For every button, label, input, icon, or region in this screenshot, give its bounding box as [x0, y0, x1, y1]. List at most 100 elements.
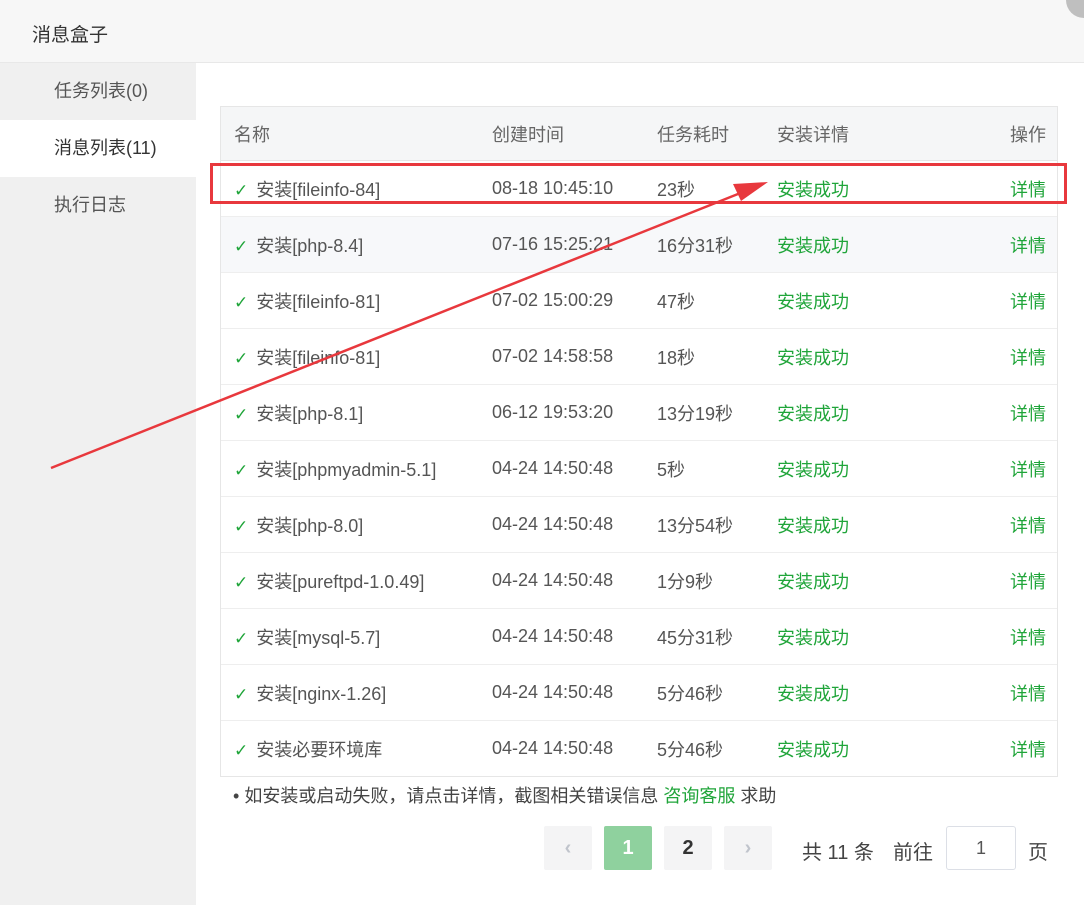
task-name: 安装[php-8.0]: [256, 515, 364, 536]
details-link[interactable]: 详情: [1010, 736, 1046, 762]
install-status: 安装成功: [777, 739, 849, 760]
check-icon: ✓: [234, 404, 249, 424]
task-name: 安装[phpmyadmin-5.1]: [256, 459, 437, 480]
task-duration: 5秒: [657, 459, 686, 480]
total-count: 共 11 条: [802, 842, 874, 864]
created-time: 07-02 15:00:29: [492, 290, 614, 310]
created-time: 04-24 14:50:48: [492, 626, 614, 646]
details-link[interactable]: 详情: [1010, 176, 1046, 202]
goto-page-input[interactable]: [946, 826, 1016, 870]
sidebar-item-label: 执行日志: [54, 195, 126, 215]
help-note: • 如安装或启动失败，请点击详情，截图相关错误信息 咨询客服 求助: [233, 782, 776, 808]
goto-label: 前往: [893, 842, 933, 864]
task-name: 安装[fileinfo-84]: [256, 179, 381, 200]
chevron-right-icon: ›: [744, 837, 752, 859]
details-link[interactable]: 详情: [1010, 400, 1046, 426]
check-icon: ✓: [234, 292, 249, 312]
install-status: 安装成功: [777, 571, 849, 592]
details-link[interactable]: 详情: [1010, 232, 1046, 258]
header-name: 名称: [234, 124, 270, 145]
details-link[interactable]: 详情: [1010, 568, 1046, 594]
check-icon: ✓: [234, 236, 249, 256]
details-link[interactable]: 详情: [1010, 456, 1046, 482]
sidebar-item-label: 任务列表(0): [54, 81, 148, 101]
check-icon: ✓: [234, 516, 249, 536]
task-duration: 47秒: [657, 291, 696, 312]
next-page-button[interactable]: ›: [724, 826, 772, 870]
header-action: 操作: [1010, 124, 1046, 145]
sidebar: 任务列表(0) 消息列表(11) 执行日志: [0, 63, 196, 905]
install-status: 安装成功: [777, 291, 849, 312]
message-table: 名称 创建时间 任务耗时 安装详情 操作 ✓ 安装[fileinfo-84] 08…: [220, 106, 1058, 777]
note-text: 如安装或启动失败，请点击详情，截图相关错误信息: [244, 786, 664, 806]
note-bullet: •: [233, 786, 240, 806]
task-name: 安装[fileinfo-81]: [256, 291, 381, 312]
created-time: 04-24 14:50:48: [492, 570, 614, 590]
dialog-title-bar: 消息盒子: [0, 0, 1084, 63]
task-duration: 23秒: [657, 179, 696, 200]
header-created: 创建时间: [492, 124, 564, 145]
prev-page-button[interactable]: ‹: [544, 826, 592, 870]
table-row: ✓ 安装[php-8.0] 04-24 14:50:48 13分54秒 安装成功 …: [221, 497, 1057, 553]
task-duration: 16分31秒: [657, 235, 734, 256]
created-time: 04-24 14:50:48: [492, 738, 614, 758]
check-icon: ✓: [234, 740, 249, 760]
note-text-after: 求助: [735, 786, 777, 806]
table-row: ✓ 安装[fileinfo-81] 07-02 14:58:58 18秒 安装成功…: [221, 329, 1057, 385]
task-duration: 5分46秒: [657, 739, 724, 760]
task-duration: 5分46秒: [657, 683, 724, 704]
details-link[interactable]: 详情: [1010, 288, 1046, 314]
task-name: 安装[pureftpd-1.0.49]: [256, 571, 425, 592]
task-name: 安装[php-8.4]: [256, 235, 364, 256]
task-name: 安装[php-8.1]: [256, 403, 364, 424]
details-link[interactable]: 详情: [1010, 512, 1046, 538]
install-status: 安装成功: [777, 683, 849, 704]
main-content: 名称 创建时间 任务耗时 安装详情 操作 ✓ 安装[fileinfo-84] 08…: [196, 63, 1084, 905]
header-status: 安装详情: [777, 124, 849, 145]
created-time: 04-24 14:50:48: [492, 514, 614, 534]
table-row: ✓ 安装[php-8.1] 06-12 19:53:20 13分19秒 安装成功 …: [221, 385, 1057, 441]
install-status: 安装成功: [777, 179, 849, 200]
check-icon: ✓: [234, 180, 249, 200]
install-status: 安装成功: [777, 347, 849, 368]
created-time: 06-12 19:53:20: [492, 402, 614, 422]
task-name: 安装[mysql-5.7]: [256, 627, 381, 648]
install-status: 安装成功: [777, 627, 849, 648]
check-icon: ✓: [234, 572, 249, 592]
table-row: ✓ 安装必要环境库 04-24 14:50:48 5分46秒 安装成功 详情: [221, 721, 1057, 776]
task-name: 安装[fileinfo-81]: [256, 347, 381, 368]
dialog-title: 消息盒子: [32, 25, 109, 46]
details-link[interactable]: 详情: [1010, 624, 1046, 650]
install-status: 安装成功: [777, 235, 849, 256]
check-icon: ✓: [234, 684, 249, 704]
table-row: ✓ 安装[phpmyadmin-5.1] 04-24 14:50:48 5秒 安装…: [221, 441, 1057, 497]
install-status: 安装成功: [777, 515, 849, 536]
created-time: 04-24 14:50:48: [492, 682, 614, 702]
table-header: 名称 创建时间 任务耗时 安装详情 操作: [221, 107, 1057, 161]
details-link[interactable]: 详情: [1010, 344, 1046, 370]
task-duration: 45分31秒: [657, 627, 734, 648]
check-icon: ✓: [234, 348, 249, 368]
page-2-button[interactable]: 2: [664, 826, 712, 870]
task-duration: 13分19秒: [657, 403, 734, 424]
table-row: ✓ 安装[php-8.4] 07-16 15:25:21 16分31秒 安装成功 …: [221, 217, 1057, 273]
check-icon: ✓: [234, 628, 249, 648]
contact-support-link[interactable]: 咨询客服: [663, 786, 735, 806]
sidebar-item-task-list[interactable]: 任务列表(0): [0, 63, 196, 120]
pagination: ‹ 1 2 › 共 11 条 前往 页: [0, 826, 1084, 872]
header-duration: 任务耗时: [657, 124, 729, 145]
task-duration: 18秒: [657, 347, 696, 368]
details-link[interactable]: 详情: [1010, 680, 1046, 706]
message-box-dialog: 消息盒子 任务列表(0) 消息列表(11) 执行日志 名称 创建时间 任务耗时 …: [0, 0, 1084, 905]
table-row: ✓ 安装[pureftpd-1.0.49] 04-24 14:50:48 1分9秒…: [221, 553, 1057, 609]
check-icon: ✓: [234, 460, 249, 480]
sidebar-item-execution-log[interactable]: 执行日志: [0, 177, 196, 234]
created-time: 07-02 14:58:58: [492, 346, 614, 366]
install-status: 安装成功: [777, 459, 849, 480]
created-time: 04-24 14:50:48: [492, 458, 614, 478]
page-1-button[interactable]: 1: [604, 826, 652, 870]
created-time: 07-16 15:25:21: [492, 234, 614, 254]
table-row: ✓ 安装[fileinfo-81] 07-02 15:00:29 47秒 安装成功…: [221, 273, 1057, 329]
sidebar-item-label: 消息列表(11): [54, 138, 157, 158]
sidebar-item-message-list[interactable]: 消息列表(11): [0, 120, 196, 177]
